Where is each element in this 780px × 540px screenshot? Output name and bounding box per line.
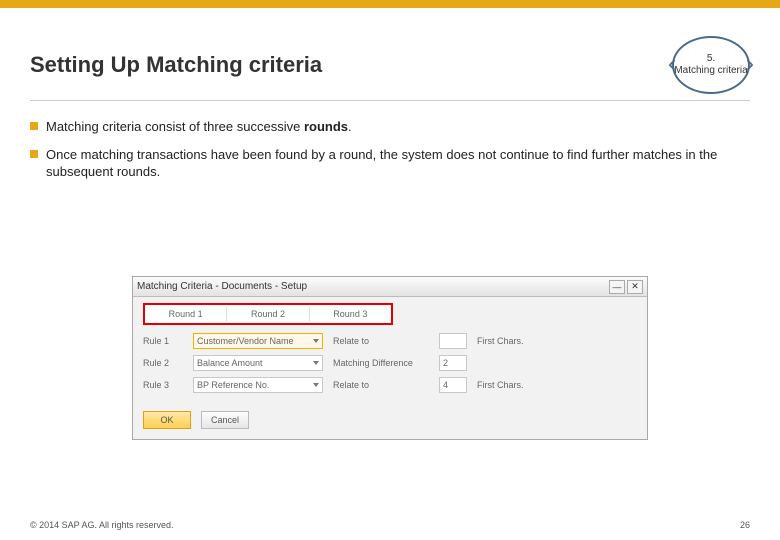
header-divider (30, 100, 750, 101)
rule-label: Rule 2 (143, 358, 183, 368)
chevron-down-icon (313, 383, 319, 387)
round-tabs-highlight: Round 1 Round 2 Round 3 (143, 303, 393, 325)
select-value: BP Reference No. (197, 380, 269, 390)
tab-round-2[interactable]: Round 2 (227, 307, 309, 321)
slide-header: Setting Up Matching criteria 5. Matching… (30, 36, 750, 94)
page-title: Setting Up Matching criteria (30, 52, 322, 78)
dialog-buttons: OK Cancel (143, 411, 637, 429)
select-value: Customer/Vendor Name (197, 336, 294, 346)
ok-button[interactable]: OK (143, 411, 191, 429)
list-item: Once matching transactions have been fou… (30, 146, 750, 181)
page-number: 26 (740, 520, 750, 530)
rule-mid-label: Relate to (333, 336, 429, 346)
copyright-text: © 2014 SAP AG. All rights reserved. (30, 520, 174, 530)
rule-trail: First Chars. (477, 380, 524, 390)
rule-label: Rule 3 (143, 380, 183, 390)
rule3-input[interactable]: 4 (439, 377, 467, 393)
close-button[interactable]: ✕ (627, 280, 643, 294)
matching-criteria-dialog: Matching Criteria - Documents - Setup — … (132, 276, 648, 440)
rule2-select[interactable]: Balance Amount (193, 355, 323, 371)
brand-accent-bar (0, 0, 780, 8)
rule-mid-label: Matching Difference (333, 358, 429, 368)
bullet-list: Matching criteria consist of three succe… (30, 118, 750, 191)
cancel-button[interactable]: Cancel (201, 411, 249, 429)
dialog-body: Round 1 Round 2 Round 3 Rule 1 Customer/… (133, 297, 647, 439)
rule-row-1: Rule 1 Customer/Vendor Name Relate to Fi… (143, 333, 637, 349)
minimize-button[interactable]: — (609, 280, 625, 294)
bullet-text: Matching criteria consist of three succe… (46, 118, 352, 136)
rule-mid-label: Relate to (333, 380, 429, 390)
slide-footer: © 2014 SAP AG. All rights reserved. 26 (30, 520, 750, 530)
tab-round-3[interactable]: Round 3 (310, 307, 391, 321)
rule1-select[interactable]: Customer/Vendor Name (193, 333, 323, 349)
rule1-input[interactable] (439, 333, 467, 349)
select-value: Balance Amount (197, 358, 263, 368)
bullet-icon (30, 150, 38, 158)
rule-row-3: Rule 3 BP Reference No. Relate to 4 Firs… (143, 377, 637, 393)
badge-text: Matching criteria (674, 65, 747, 77)
rule3-select[interactable]: BP Reference No. (193, 377, 323, 393)
rule-label: Rule 1 (143, 336, 183, 346)
tab-round-1[interactable]: Round 1 (145, 307, 227, 321)
dialog-title: Matching Criteria - Documents - Setup (137, 281, 607, 292)
step-badge: 5. Matching criteria (672, 36, 750, 94)
rule-row-2: Rule 2 Balance Amount Matching Differenc… (143, 355, 637, 371)
bullet-icon (30, 122, 38, 130)
rule2-input[interactable]: 2 (439, 355, 467, 371)
list-item: Matching criteria consist of three succe… (30, 118, 750, 136)
badge-number: 5. (707, 53, 715, 65)
dialog-titlebar: Matching Criteria - Documents - Setup — … (133, 277, 647, 297)
chevron-down-icon (313, 361, 319, 365)
chevron-down-icon (313, 339, 319, 343)
rule-trail: First Chars. (477, 336, 524, 346)
bullet-text: Once matching transactions have been fou… (46, 146, 750, 181)
